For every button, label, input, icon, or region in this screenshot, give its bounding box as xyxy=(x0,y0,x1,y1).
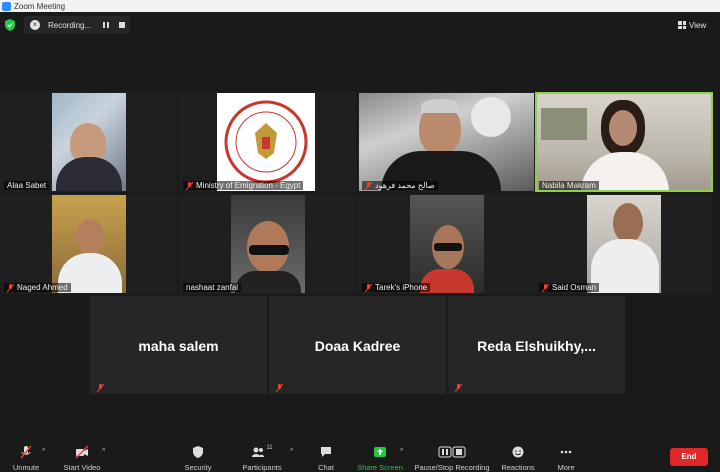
shield-icon xyxy=(193,446,203,458)
participant-video xyxy=(587,195,661,293)
smiley-icon xyxy=(512,446,524,458)
view-label: View xyxy=(689,20,707,30)
participants-options-chevron-icon[interactable]: ^ xyxy=(290,448,293,455)
video-options-chevron-icon[interactable]: ^ xyxy=(102,448,105,455)
video-tile[interactable]: Said Osman xyxy=(535,194,713,294)
participant-name-large: maha salem xyxy=(138,338,219,354)
participant-status xyxy=(94,384,110,392)
participant-video xyxy=(537,94,711,190)
participant-name: Tarek's iPhone xyxy=(362,283,431,292)
participant-status xyxy=(273,384,289,392)
view-button[interactable]: View xyxy=(678,18,706,32)
video-tile-no-video[interactable]: maha salem xyxy=(90,296,267,394)
zoom-app-icon xyxy=(2,1,11,11)
pause-recording-icon[interactable] xyxy=(102,21,110,29)
microphone-muted-icon xyxy=(7,283,14,292)
participants-button[interactable]: 11 Participants xyxy=(232,445,292,472)
participant-name-large: Doaa Kadree xyxy=(314,338,401,354)
microphone-muted-icon xyxy=(186,181,193,190)
security-button[interactable]: Security xyxy=(168,445,228,472)
participant-name: Ministry of Emigration - Egypt xyxy=(183,181,304,190)
microphone-muted-icon xyxy=(365,181,372,190)
participant-name: nashaat zanfal xyxy=(183,283,242,292)
unmute-button[interactable]: Unmute xyxy=(0,445,56,472)
chat-icon xyxy=(321,447,331,457)
chat-button[interactable]: Chat xyxy=(296,445,356,472)
participant-name: Naged Ahmed xyxy=(4,283,71,292)
microphone-muted-icon xyxy=(365,283,372,292)
video-tile[interactable]: Tarek's iPhone xyxy=(358,194,535,294)
video-tile[interactable]: Naged Ahmed xyxy=(0,194,177,294)
recording-dot-icon: × xyxy=(30,20,40,30)
participant-video xyxy=(52,195,126,293)
video-tile[interactable]: صالح محمد فرهود xyxy=(358,92,535,192)
grid-view-icon xyxy=(678,21,686,29)
stop-recording-icon[interactable] xyxy=(118,21,126,29)
video-tile[interactable]: Alaa Sabet xyxy=(0,92,177,192)
recording-label: Recording... xyxy=(48,20,92,30)
camera-off-icon xyxy=(75,445,89,459)
participant-video xyxy=(52,93,126,191)
participant-status xyxy=(452,384,468,392)
microphone-muted-icon xyxy=(97,384,104,392)
microphone-muted-icon xyxy=(455,384,462,392)
participant-name: Alaa Sabet xyxy=(4,181,50,190)
participants-count: 11 xyxy=(266,445,273,451)
video-tile-no-video[interactable]: Doaa Kadree xyxy=(269,296,446,394)
participant-name: Nabila Makram xyxy=(539,181,599,190)
participant-video xyxy=(410,195,484,293)
participant-video xyxy=(359,93,534,191)
share-options-chevron-icon[interactable]: ^ xyxy=(400,448,403,455)
video-tile[interactable]: Ministry of Emigration - Egypt xyxy=(179,92,356,192)
window-title: Zoom Meeting xyxy=(14,1,66,11)
participant-name: صالح محمد فرهود xyxy=(362,181,438,190)
share-screen-icon xyxy=(374,447,386,457)
video-tile-no-video[interactable]: Reda Elshuikhy,... xyxy=(448,296,625,394)
more-button[interactable]: More xyxy=(536,445,596,472)
participant-video xyxy=(217,93,315,191)
audio-options-chevron-icon[interactable]: ^ xyxy=(42,448,45,455)
participants-icon xyxy=(252,447,265,457)
more-dots-icon xyxy=(560,450,572,454)
participant-video xyxy=(231,195,305,293)
end-meeting-button[interactable]: End xyxy=(670,448,708,466)
encryption-shield-icon[interactable] xyxy=(5,19,15,31)
window-titlebar: Zoom Meeting xyxy=(0,0,720,12)
microphone-muted-icon xyxy=(542,283,549,292)
ministry-logo-icon xyxy=(224,100,308,184)
recording-indicator: × Recording... xyxy=(24,16,130,34)
video-tile-active-speaker[interactable]: Nabila Makram xyxy=(535,92,713,192)
participant-name: Said Osman xyxy=(539,283,600,292)
participant-name-large: Reda Elshuikhy,... xyxy=(477,338,596,354)
microphone-muted-icon xyxy=(20,445,32,459)
stop-icon xyxy=(452,446,466,458)
pause-stop-recording-button[interactable]: Pause/Stop Recording xyxy=(414,445,490,472)
pause-icon xyxy=(438,446,452,458)
video-tile[interactable]: nashaat zanfal xyxy=(179,194,356,294)
microphone-muted-icon xyxy=(276,384,283,392)
